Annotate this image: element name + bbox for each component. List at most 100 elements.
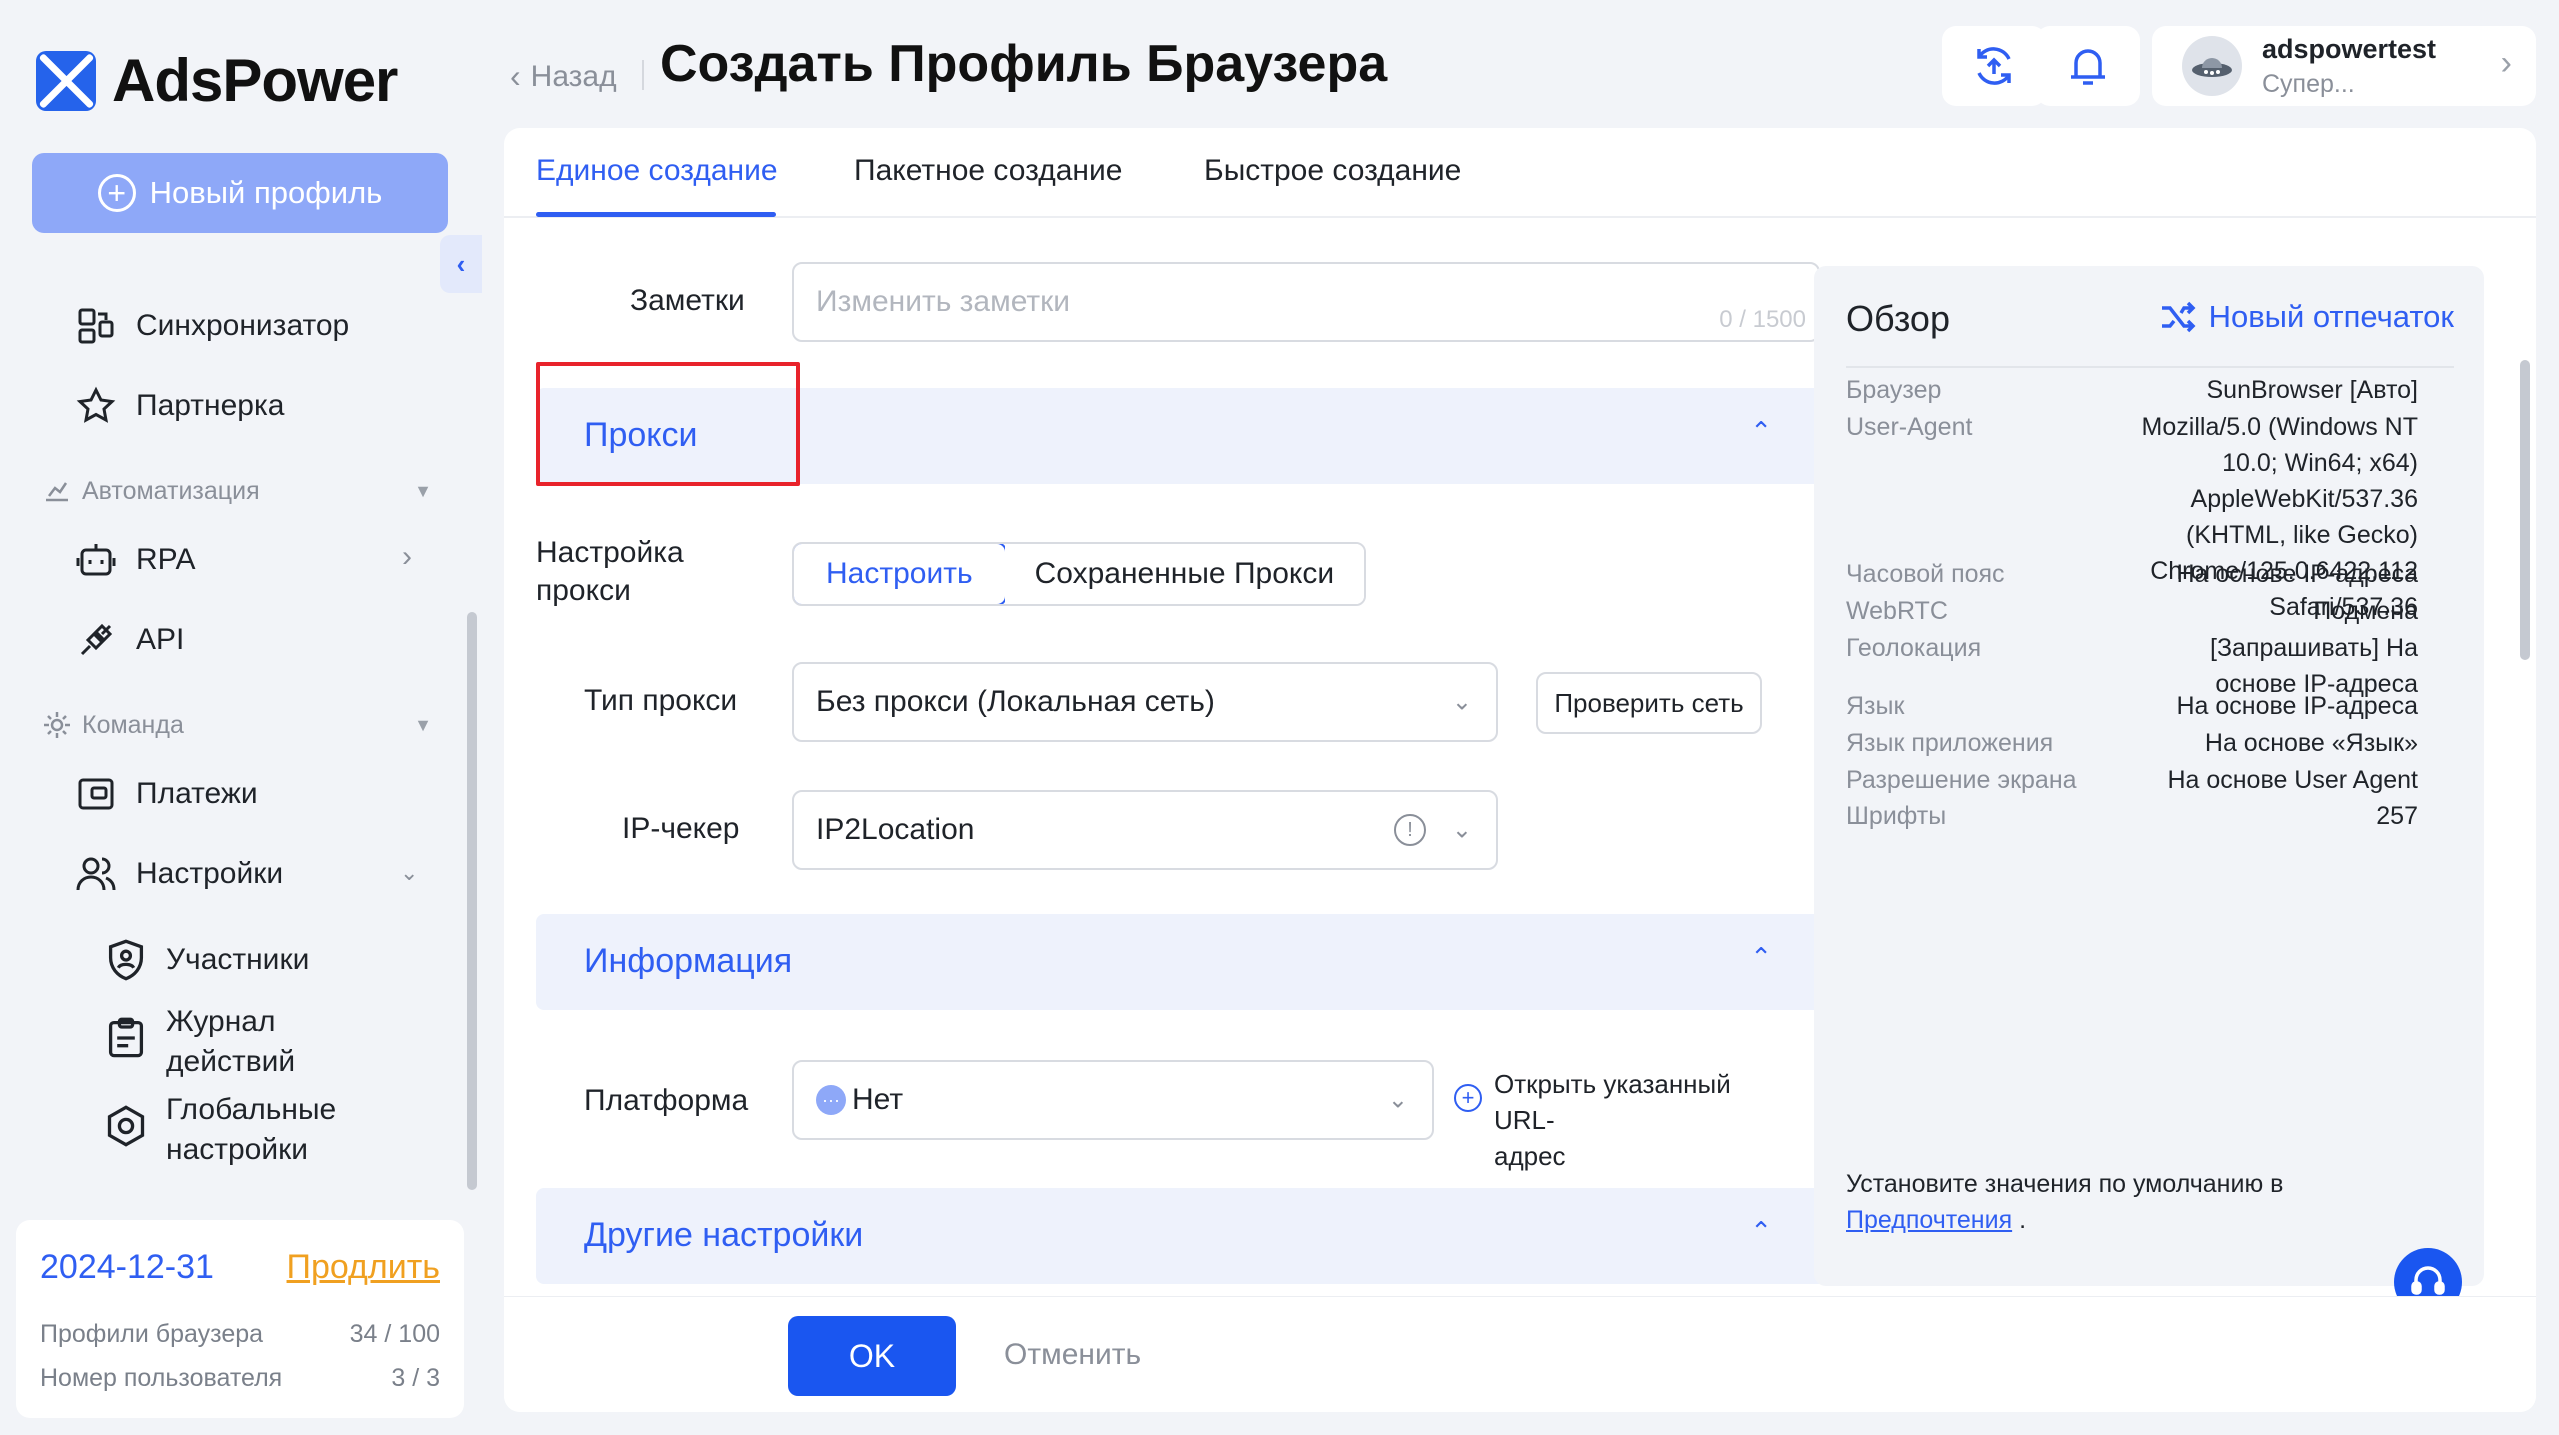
overview-row-value-line: На основе IP-адреса [2176, 560, 2418, 588]
sidebar-item-partner[interactable]: Партнерка [74, 384, 284, 428]
sidebar-subitem-label: действий [166, 1045, 296, 1078]
notifications-button[interactable] [2036, 26, 2140, 106]
sidebar-group-label: Автоматизация [82, 476, 260, 505]
sidebar-subitem-global-settings[interactable]: Глобальные настройки [104, 1090, 336, 1170]
sidebar-subitem-label: Журнал [166, 1005, 276, 1038]
proxy-setting-label: Настройка прокси [536, 534, 684, 610]
overview-note-end: . [2012, 1206, 2027, 1234]
overview-row-key: Шрифты [1846, 802, 1947, 830]
proxy-configure-option[interactable]: Настроить [794, 544, 1007, 604]
info-icon[interactable]: ! [1394, 814, 1426, 846]
sidebar-item-label: Партнерка [136, 389, 285, 422]
other-settings-title: Другие настройки [584, 1216, 864, 1254]
platform-select[interactable]: ··· Нет ⌄ [792, 1060, 1434, 1140]
overview-row-value-line: AppleWebKit/537.36 [2190, 485, 2418, 513]
notes-label: Заметки [630, 284, 745, 317]
info-section-header[interactable]: Информация ⌃ [536, 914, 1826, 1010]
overview-row-value-line: 257 [2376, 802, 2418, 830]
overview-row-value: На основе IP-адреса [2176, 688, 2418, 724]
sidebar-subitem-members[interactable]: Участники [104, 938, 309, 982]
sidebar: AdsPower + Новый профиль ‹ Синхронизатор… [0, 0, 482, 1435]
chevron-right-icon: › [2500, 44, 2512, 82]
chevron-up-icon: ⌃ [1750, 1216, 1772, 1246]
sidebar-item-synchronizer[interactable]: Синхронизатор [74, 304, 349, 348]
user-menu[interactable]: adspowertest Супер... › [2152, 26, 2536, 106]
caret-down-icon: ▼ [414, 480, 432, 501]
overview-row-value: Подмена [2313, 593, 2418, 629]
app-logo[interactable]: AdsPower [36, 46, 398, 115]
main-panel: Единое создание Пакетное создание Быстро… [504, 128, 2536, 1412]
new-profile-button[interactable]: + Новый профиль [32, 153, 448, 233]
ip-checker-value: IP2Location [816, 813, 975, 846]
sidebar-subitem-activity-log[interactable]: Журнал действий [104, 1002, 295, 1082]
open-url-button[interactable]: + Открыть указанный URL- адрес [1454, 1066, 1794, 1174]
check-network-button[interactable]: Проверить сеть [1536, 672, 1762, 734]
overview-divider [1846, 366, 2454, 368]
sidebar-scrollbar[interactable] [467, 612, 477, 1190]
overview-row: WebRTC Подмена [1846, 593, 2418, 629]
back-link[interactable]: ‹ Назад [510, 58, 617, 95]
sidebar-item-rpa[interactable]: RPA [74, 538, 195, 582]
notes-counter: 0 / 1500 [1719, 306, 1806, 333]
adspower-logo-icon [36, 50, 96, 111]
new-fingerprint-button[interactable]: Новый отпечаток [2159, 298, 2454, 336]
tab-single-create[interactable]: Единое создание [536, 154, 778, 188]
chevron-down-icon: ⌄ [1451, 816, 1472, 844]
sidebar-group-automation[interactable]: Автоматизация ▼ [42, 476, 432, 506]
proxy-type-select[interactable]: Без прокси (Локальная сеть) ⌄ [792, 662, 1498, 742]
chevron-up-icon: ⌃ [1750, 416, 1772, 446]
active-tab-indicator [536, 212, 776, 217]
overview-row: Браузер SunBrowser [Авто] [1846, 372, 2418, 408]
cancel-button[interactable]: Отменить [1004, 1338, 1141, 1372]
collapse-sidebar-button[interactable]: ‹ [440, 235, 482, 293]
notes-input[interactable]: Изменить заметки 0 / 1500 [792, 262, 1820, 342]
tab-quick-create[interactable]: Быстрое создание [1204, 154, 1461, 188]
overview-note-text: Установите значения по умолчанию в [1846, 1170, 2284, 1198]
ufo-avatar-icon [2192, 58, 2232, 77]
sidebar-group-label: Команда [82, 710, 184, 739]
overview-row: Разрешение экрана На основе User Agent [1846, 762, 2418, 798]
new-profile-label: Новый профиль [149, 175, 383, 210]
ok-button[interactable]: OK [788, 1316, 956, 1396]
saved-proxies-option[interactable]: Сохраненные Прокси [1004, 544, 1365, 604]
shield-user-icon [104, 938, 148, 982]
overview-row-value: SunBrowser [Авто] [2207, 372, 2419, 408]
plug-icon [74, 618, 118, 662]
gear-icon [44, 712, 70, 738]
sync-upload-button[interactable] [1942, 26, 2046, 106]
sync-upload-icon [1977, 47, 2011, 85]
other-settings-section-header[interactable]: Другие настройки ⌃ [536, 1188, 1826, 1284]
sidebar-item-api[interactable]: API [74, 618, 184, 662]
overview-row-key: Язык приложения [1846, 729, 2054, 757]
plan-profiles-label: Профили браузера [40, 1320, 264, 1348]
overview-row: Язык приложения На основе «Язык» [1846, 725, 2418, 761]
overview-scrollbar[interactable] [2520, 360, 2530, 660]
overview-row-key: Часовой пояс [1846, 560, 2005, 588]
header-divider [642, 60, 644, 90]
ip-checker-select[interactable]: IP2Location ! ⌄ [792, 790, 1498, 870]
highlight-annotation [536, 362, 800, 486]
page-title: Создать Профиль Браузера [660, 35, 1388, 93]
open-url-line2: адрес [1494, 1141, 1566, 1171]
overview-title: Обзор [1846, 298, 1950, 339]
preferences-link[interactable]: Предпочтения [1846, 1206, 2012, 1234]
plan-users-label: Номер пользователя [40, 1364, 283, 1392]
tab-batch-create[interactable]: Пакетное создание [854, 154, 1122, 188]
overview-row: Часовой пояс На основе IP-адреса [1846, 556, 2418, 592]
proxy-setting-toggle: Настроить Сохраненные Прокси [792, 542, 1367, 606]
caret-down-icon: ▼ [414, 714, 432, 735]
user-name: adspowertest [2262, 34, 2437, 64]
ellipsis-icon: ··· [816, 1085, 846, 1115]
sidebar-group-team[interactable]: Команда ▼ [42, 710, 432, 740]
chevron-right-icon: › [402, 540, 412, 573]
automation-icon [46, 482, 68, 502]
sidebar-item-settings[interactable]: Настройки [74, 852, 283, 896]
plan-card: 2024-12-31 Продлить Профили браузера 34 … [16, 1220, 464, 1418]
plan-users-row: Номер пользователя 3 / 3 [40, 1364, 440, 1393]
sidebar-item-payments[interactable]: Платежи [74, 772, 258, 816]
overview-row-value: На основе «Язык» [2205, 725, 2418, 761]
renew-link[interactable]: Продлить [287, 1248, 440, 1287]
overview-row-value: 257 [2376, 798, 2418, 834]
sidebar-item-label: API [136, 623, 185, 656]
sidebar-item-label: RPA [136, 543, 196, 576]
